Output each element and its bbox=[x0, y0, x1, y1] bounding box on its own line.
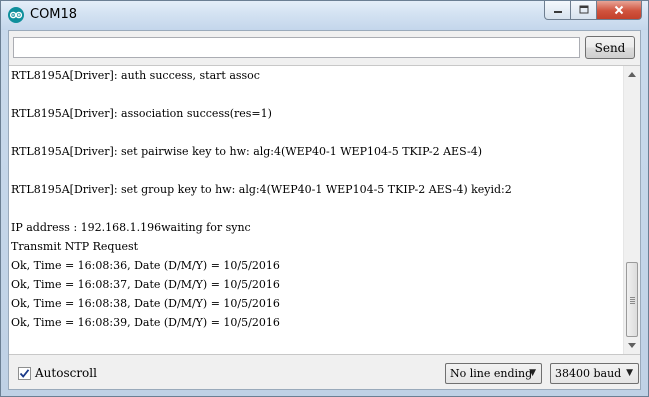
console-lines: RTL8195A[Driver]: auth success, start as… bbox=[11, 66, 623, 332]
close-button[interactable] bbox=[597, 1, 642, 20]
scroll-down-button[interactable] bbox=[624, 337, 640, 354]
serial-monitor-window: COM18 Send RTL8195A[Driver]: auth succes… bbox=[0, 0, 649, 397]
baud-rate-value: 38400 baud bbox=[555, 367, 622, 380]
console-line: RTL8195A[Driver]: set pairwise key to hw… bbox=[11, 145, 483, 158]
console-line: RTL8195A[Driver]: association success(re… bbox=[11, 107, 272, 120]
console-line: IP address : 192.168.1.196waiting for sy… bbox=[11, 221, 251, 234]
scrollbar-thumb[interactable] bbox=[626, 262, 638, 337]
vertical-scrollbar[interactable] bbox=[623, 66, 640, 354]
bottom-toolbar: Autoscroll No line ending ▼ 38400 baud ▼ bbox=[9, 356, 640, 389]
maximize-icon bbox=[579, 5, 588, 14]
send-row: Send bbox=[9, 31, 640, 65]
line-ending-value: No line ending bbox=[450, 367, 533, 380]
close-icon bbox=[614, 5, 624, 15]
console-line: RTL8195A[Driver]: auth success, start as… bbox=[11, 69, 260, 82]
thumb-grip bbox=[630, 297, 635, 298]
console-line: Transmit NTP Request bbox=[11, 240, 139, 253]
window-title: COM18 bbox=[30, 7, 78, 22]
minimize-button[interactable] bbox=[544, 1, 571, 20]
arduino-logo-icon bbox=[8, 7, 24, 23]
serial-input[interactable] bbox=[13, 37, 580, 58]
send-button[interactable]: Send bbox=[585, 36, 635, 59]
window-controls bbox=[544, 1, 642, 21]
autoscroll-label[interactable]: Autoscroll bbox=[35, 366, 97, 380]
console-line: Ok, Time = 16:08:38, Date (D/M/Y) = 10/5… bbox=[11, 297, 280, 310]
chevron-down-icon: ▼ bbox=[529, 368, 536, 378]
console-line: Ok, Time = 16:08:36, Date (D/M/Y) = 10/5… bbox=[11, 259, 280, 272]
maximize-button[interactable] bbox=[571, 1, 597, 20]
line-ending-select[interactable]: No line ending ▼ bbox=[445, 363, 542, 384]
scroll-down-arrow-icon bbox=[628, 343, 636, 348]
chevron-down-icon: ▼ bbox=[626, 368, 633, 378]
console-line: RTL8195A[Driver]: set group key to hw: a… bbox=[11, 183, 512, 196]
minimize-icon bbox=[553, 11, 562, 13]
serial-output[interactable]: RTL8195A[Driver]: auth success, start as… bbox=[9, 65, 640, 355]
autoscroll-checkbox[interactable] bbox=[18, 367, 31, 380]
scroll-up-arrow-icon bbox=[628, 72, 636, 77]
baud-rate-select[interactable]: 38400 baud ▼ bbox=[550, 363, 639, 384]
serial-monitor-body: Send RTL8195A[Driver]: auth success, sta… bbox=[8, 30, 641, 390]
console-line: Ok, Time = 16:08:39, Date (D/M/Y) = 10/5… bbox=[11, 316, 280, 329]
thumb-grip bbox=[630, 303, 635, 304]
thumb-grip bbox=[630, 299, 635, 300]
checkmark-icon bbox=[19, 369, 30, 378]
thumb-grip bbox=[630, 301, 635, 302]
console-line: Ok, Time = 16:08:37, Date (D/M/Y) = 10/5… bbox=[11, 278, 280, 291]
scroll-up-button[interactable] bbox=[624, 66, 640, 83]
title-bar[interactable]: COM18 bbox=[1, 1, 648, 30]
